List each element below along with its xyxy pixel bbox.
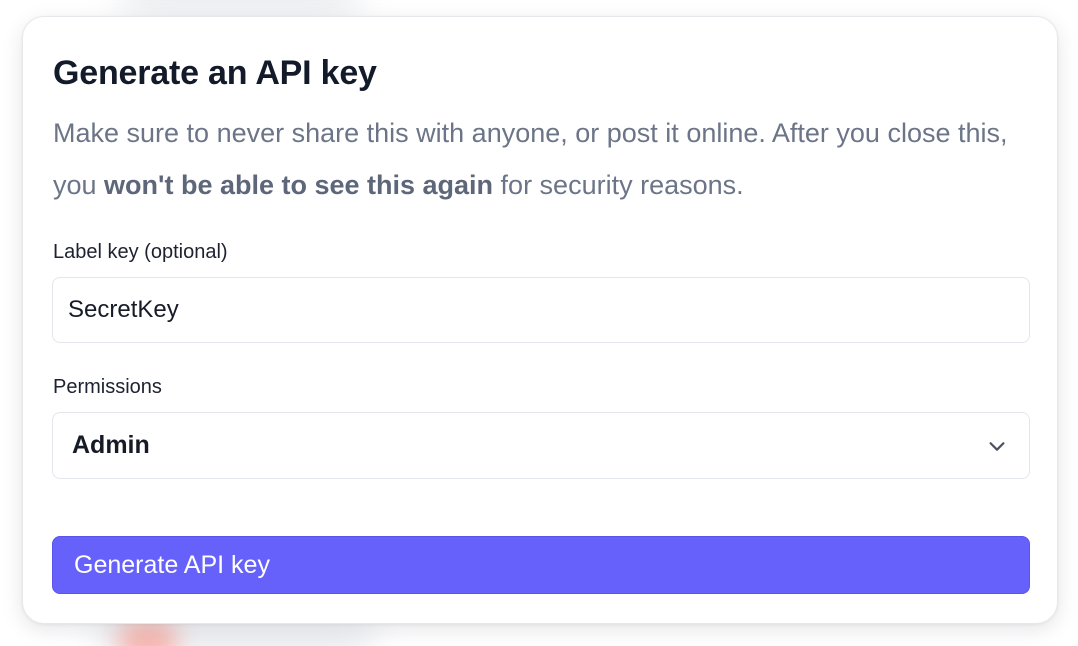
- description-emphasis: won't be able to see this again: [104, 170, 494, 200]
- permissions-selected-value: Admin: [72, 431, 150, 459]
- label-key-input[interactable]: [52, 277, 1030, 343]
- description-text-end: for security reasons.: [493, 170, 744, 200]
- generate-api-key-modal: Generate an API key Make sure to never s…: [22, 16, 1058, 624]
- background-accent-blur: [118, 622, 178, 646]
- modal-title: Generate an API key: [53, 54, 377, 92]
- permissions-select[interactable]: Admin: [52, 412, 1030, 479]
- permissions-label: Permissions: [53, 376, 162, 398]
- label-key-label: Label key (optional): [53, 241, 228, 263]
- generate-api-key-button[interactable]: Generate API key: [52, 536, 1030, 594]
- modal-description: Make sure to never share this with anyon…: [53, 107, 1033, 211]
- chevron-down-icon: [985, 434, 1009, 458]
